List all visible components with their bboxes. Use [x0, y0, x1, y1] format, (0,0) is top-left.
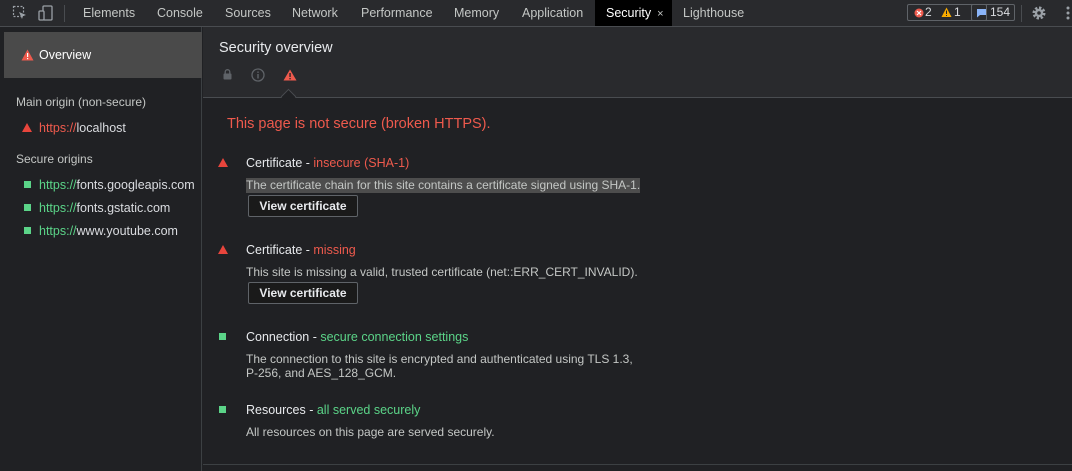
- tab-sources[interactable]: Sources: [225, 0, 271, 26]
- secure-origin-icon: [24, 181, 31, 188]
- security-main-panel: Security overview This page is not secur…: [203, 27, 1072, 471]
- warning-triangle-icon: [283, 69, 297, 81]
- origin-host: localhost: [76, 121, 126, 135]
- explanation-separator: -: [305, 403, 317, 417]
- origin-scheme: https://: [39, 201, 77, 215]
- error-icon: [914, 8, 924, 18]
- page-title: Security overview: [219, 40, 333, 56]
- sidebar-item-localhost[interactable]: https://localhost: [39, 121, 126, 135]
- sidebar-item-youtube[interactable]: https://www.youtube.com: [39, 224, 178, 238]
- secure-origin-icon: [24, 227, 31, 234]
- explanation-description: The certificate chain for this site cont…: [246, 178, 641, 193]
- explanation-description: This site is missing a valid, trusted ce…: [246, 265, 638, 279]
- explanation-description-line-1: The connection to this site is encrypted…: [246, 352, 633, 366]
- explanation-description-line-2: P-256, and AES_128_GCM.: [246, 366, 397, 380]
- message-icon: [977, 9, 986, 18]
- explanation-subject: Resources: [246, 403, 306, 417]
- origin-host: fonts.googleapis.com: [76, 178, 195, 192]
- sidebar-item-fonts-googleapis[interactable]: https://fonts.googleapis.com: [39, 178, 195, 192]
- warning-icon: [941, 7, 952, 17]
- more-options-icon[interactable]: [1060, 5, 1072, 21]
- warning-triangle-icon: [21, 49, 34, 61]
- explanation-status: secure connection settings: [320, 330, 469, 344]
- explanation-separator: -: [302, 156, 314, 170]
- sidebar-item-overview[interactable]: Overview: [4, 32, 202, 78]
- explanation-status: insecure (SHA-1): [313, 156, 410, 170]
- lock-icon: [223, 69, 232, 80]
- explanation-separator: -: [302, 243, 314, 257]
- explanation-status: missing: [313, 243, 356, 257]
- security-summary: This page is not secure (broken HTTPS).: [227, 116, 491, 132]
- secure-origins-heading: Secure origins: [16, 152, 93, 166]
- close-icon[interactable]: ×: [657, 8, 663, 20]
- insecure-origin-icon: [22, 123, 32, 132]
- tab-lighthouse[interactable]: Lighthouse: [683, 0, 744, 26]
- tab-console[interactable]: Console: [157, 0, 203, 26]
- explanation-description: All resources on this page are served se…: [246, 425, 495, 439]
- origin-host: www.youtube.com: [76, 224, 178, 238]
- sidebar-item-label: Overview: [39, 48, 92, 62]
- explanation-title: Resources - all served securely: [246, 403, 420, 417]
- error-count: 2: [925, 5, 932, 19]
- message-count: 154: [990, 5, 1011, 19]
- tab-performance[interactable]: Performance: [361, 0, 433, 26]
- view-certificate-button[interactable]: View certificate: [248, 282, 358, 304]
- secure-origin-icon: [24, 204, 31, 211]
- tab-network[interactable]: Network: [292, 0, 338, 26]
- explanation-title: Connection - secure connection settings: [246, 330, 468, 344]
- devtools-tab-bar: Elements Console Sources Network Perform…: [0, 0, 1072, 27]
- device-toolbar-icon[interactable]: [38, 5, 54, 21]
- origin-scheme: https://: [39, 224, 77, 238]
- messages-counter[interactable]: 154: [971, 4, 1015, 21]
- tab-elements[interactable]: Elements: [83, 0, 135, 26]
- explanation-subject: Connection: [246, 330, 310, 344]
- tab-memory[interactable]: Memory: [454, 0, 499, 26]
- tab-security[interactable]: Security ×: [595, 0, 672, 26]
- explanation-status: all served securely: [316, 403, 421, 417]
- toolbar-divider: [64, 5, 65, 22]
- info-icon: [251, 68, 265, 82]
- tab-application[interactable]: Application: [522, 0, 583, 26]
- explanation-separator: -: [309, 330, 321, 344]
- warning-count: 1: [954, 5, 961, 19]
- secure-status-icon: [219, 406, 226, 413]
- insecure-status-icon: [218, 245, 228, 254]
- explanation-subject: Certificate: [246, 243, 303, 257]
- origin-scheme: https://: [39, 121, 77, 135]
- insecure-status-icon: [218, 158, 228, 167]
- origin-host: fonts.gstatic.com: [76, 201, 171, 215]
- sidebar-item-fonts-gstatic[interactable]: https://fonts.gstatic.com: [39, 201, 170, 215]
- explanation-subject: Certificate: [246, 156, 303, 170]
- toolbar-divider: [1021, 5, 1022, 22]
- view-certificate-button[interactable]: View certificate: [248, 195, 358, 217]
- explanation-title: Certificate - missing: [246, 243, 356, 257]
- secure-status-icon: [219, 333, 226, 340]
- inspect-element-icon[interactable]: [12, 5, 28, 21]
- security-overview-header: Security overview: [203, 27, 1072, 98]
- origin-scheme: https://: [39, 178, 77, 192]
- main-origin-heading: Main origin (non-secure): [16, 95, 147, 109]
- tab-security-label: Security: [606, 6, 652, 20]
- panel-bottom-divider: [203, 464, 1072, 465]
- security-sidebar: Overview Main origin (non-secure) https:…: [0, 27, 202, 471]
- explanation-title: Certificate - insecure (SHA-1): [246, 156, 409, 170]
- gear-icon[interactable]: [1031, 5, 1047, 21]
